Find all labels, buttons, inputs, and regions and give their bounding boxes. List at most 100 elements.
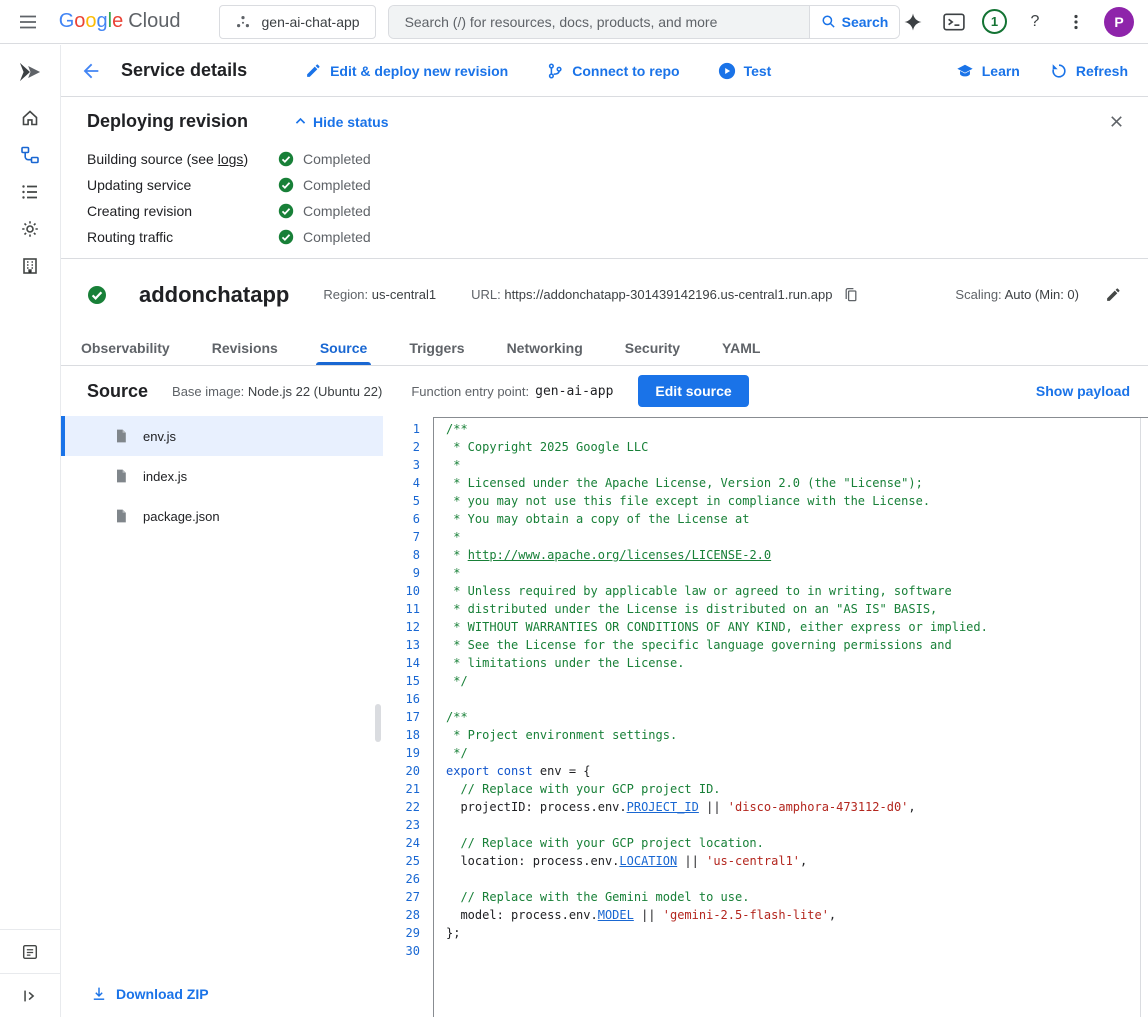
file-name: package.json [143, 509, 220, 524]
url-label: URL: [471, 287, 501, 302]
status-row: Creating revisionCompleted [87, 198, 1130, 224]
rail-footer [0, 929, 60, 1017]
service-header: addonchatapp Region: us-central1 URL: ht… [61, 259, 1148, 330]
code-line [446, 942, 1140, 960]
search-button[interactable]: Search [809, 6, 899, 38]
code-line: * [446, 456, 1140, 474]
sidebar-item-cloud-run-services[interactable] [0, 136, 60, 173]
code-line: * Unless required by applicable law or a… [446, 582, 1140, 600]
code-line: export const env = { [446, 762, 1140, 780]
code-line: projectID: process.env.PROJECT_ID || 'di… [446, 798, 1140, 816]
more-options-kebab-icon[interactable] [1063, 9, 1089, 35]
tab-security[interactable]: Security [621, 330, 684, 365]
tab-yaml[interactable]: YAML [718, 330, 764, 365]
left-nav-rail [0, 45, 61, 1017]
chevron-up-icon [294, 115, 307, 128]
deploying-revision-panel: Deploying revision Hide status Building … [61, 97, 1148, 259]
service-url: URL: https://addonchatapp-301439142196.u… [471, 287, 832, 302]
cloud-shell-icon[interactable] [941, 9, 967, 35]
user-avatar[interactable]: P [1104, 7, 1134, 37]
download-zip-button[interactable]: Download ZIP [91, 986, 209, 1002]
check-circle-icon [87, 285, 107, 305]
tab-observability[interactable]: Observability [77, 330, 174, 365]
cloud-run-logo [0, 45, 60, 99]
status-row-value: Completed [278, 229, 371, 245]
code-line: * limitations under the License. [446, 654, 1140, 672]
entry-point-label: Function entry point: [411, 384, 529, 399]
file-panel-scrollbar-thumb[interactable] [375, 704, 381, 742]
status-row-label: Updating service [87, 177, 278, 193]
file-row-env.js[interactable]: env.js [61, 416, 383, 456]
status-rows: Building source (see logs)CompletedUpdat… [87, 146, 1130, 250]
gemini-sparkle-icon[interactable] [900, 9, 926, 35]
logs-link[interactable]: logs [218, 151, 244, 167]
code-line: * You may obtain a copy of the License a… [446, 510, 1140, 528]
back-arrow-icon[interactable] [79, 59, 103, 83]
tab-revisions[interactable]: Revisions [208, 330, 282, 365]
search-input[interactable] [389, 6, 809, 38]
hide-status-label: Hide status [313, 114, 388, 130]
google-logo-letters: Google [59, 10, 124, 33]
action-bar: Service details Edit & deploy new revisi… [61, 45, 1148, 97]
repo-branch-icon [546, 62, 564, 80]
tab-triggers[interactable]: Triggers [405, 330, 468, 365]
sidebar-item-home[interactable] [0, 99, 60, 136]
refresh-button[interactable]: Refresh [1050, 62, 1128, 80]
connect-repo-button[interactable]: Connect to repo [546, 62, 679, 80]
file-row-package.json[interactable]: package.json [61, 496, 383, 536]
learn-icon [956, 62, 974, 80]
check-circle-icon [278, 229, 294, 245]
project-selector[interactable]: gen-ai-chat-app [219, 5, 376, 39]
test-button[interactable]: Test [718, 62, 772, 80]
sidebar-item-settings[interactable] [0, 210, 60, 247]
file-name: index.js [143, 469, 187, 484]
url-value: https://addonchatapp-301439142196.us-cen… [504, 287, 832, 302]
action-bar-right: Learn Refresh [956, 62, 1128, 80]
edit-scaling-pencil-icon[interactable] [1105, 286, 1122, 303]
editor-code[interactable]: /** * Copyright 2025 Google LLC * * Lice… [433, 418, 1140, 1017]
collapse-panel-icon[interactable] [0, 973, 60, 1017]
base-image: Base image: Node.js 22 (Ubuntu 22) [172, 384, 382, 399]
file-row-index.js[interactable]: index.js [61, 456, 383, 496]
code-line: * [446, 564, 1140, 582]
tab-source[interactable]: Source [316, 330, 371, 365]
base-image-label: Base image: [172, 384, 244, 399]
tab-networking[interactable]: Networking [503, 330, 587, 365]
sidebar-item-domains[interactable] [0, 247, 60, 284]
google-cloud-logo: Google Cloud [59, 10, 181, 33]
action-buttons: Edit & deploy new revision Connect to re… [305, 62, 771, 80]
test-label: Test [744, 63, 772, 79]
sidebar-item-list[interactable] [0, 173, 60, 210]
editor-scrollbar[interactable] [1140, 418, 1148, 1017]
check-circle-icon [278, 203, 294, 219]
code-line: model: process.env.MODEL || 'gemini-2.5-… [446, 906, 1140, 924]
copy-url-icon[interactable] [843, 286, 859, 304]
file-panel: env.js index.js package.json Download ZIP [61, 416, 383, 1017]
edit-source-button[interactable]: Edit source [638, 375, 748, 407]
close-icon[interactable] [1106, 111, 1126, 131]
notifications-badge[interactable]: 1 [982, 9, 1007, 34]
file-name: env.js [143, 429, 176, 444]
hide-status-button[interactable]: Hide status [294, 114, 388, 130]
code-line: /** [446, 420, 1140, 438]
editor-gutter: 1234567891011121314151617181920212223242… [383, 418, 433, 960]
code-line: * See the License for the specific langu… [446, 636, 1140, 654]
scaling-value: Auto (Min: 0) [1005, 287, 1079, 302]
help-icon[interactable]: ? [1022, 9, 1048, 35]
hamburger-menu-icon[interactable] [16, 9, 41, 35]
file-icon [113, 428, 129, 444]
topbar-right-icons: 1 ? P [900, 7, 1134, 37]
show-payload-link[interactable]: Show payload [1036, 383, 1130, 399]
global-search: Search [388, 5, 900, 39]
play-circle-icon [718, 62, 736, 80]
edit-deploy-label: Edit & deploy new revision [330, 63, 508, 79]
edit-deploy-button[interactable]: Edit & deploy new revision [305, 62, 508, 79]
download-zip-label: Download ZIP [116, 986, 209, 1002]
selected-file-bar [61, 416, 65, 456]
tabs: Observability Revisions Source Triggers Netw… [61, 330, 1148, 366]
release-notes-icon[interactable] [0, 929, 60, 973]
code-editor[interactable]: 1234567891011121314151617181920212223242… [383, 416, 1148, 1017]
code-line: * Copyright 2025 Google LLC [446, 438, 1140, 456]
file-icon [113, 508, 129, 524]
learn-button[interactable]: Learn [956, 62, 1020, 80]
